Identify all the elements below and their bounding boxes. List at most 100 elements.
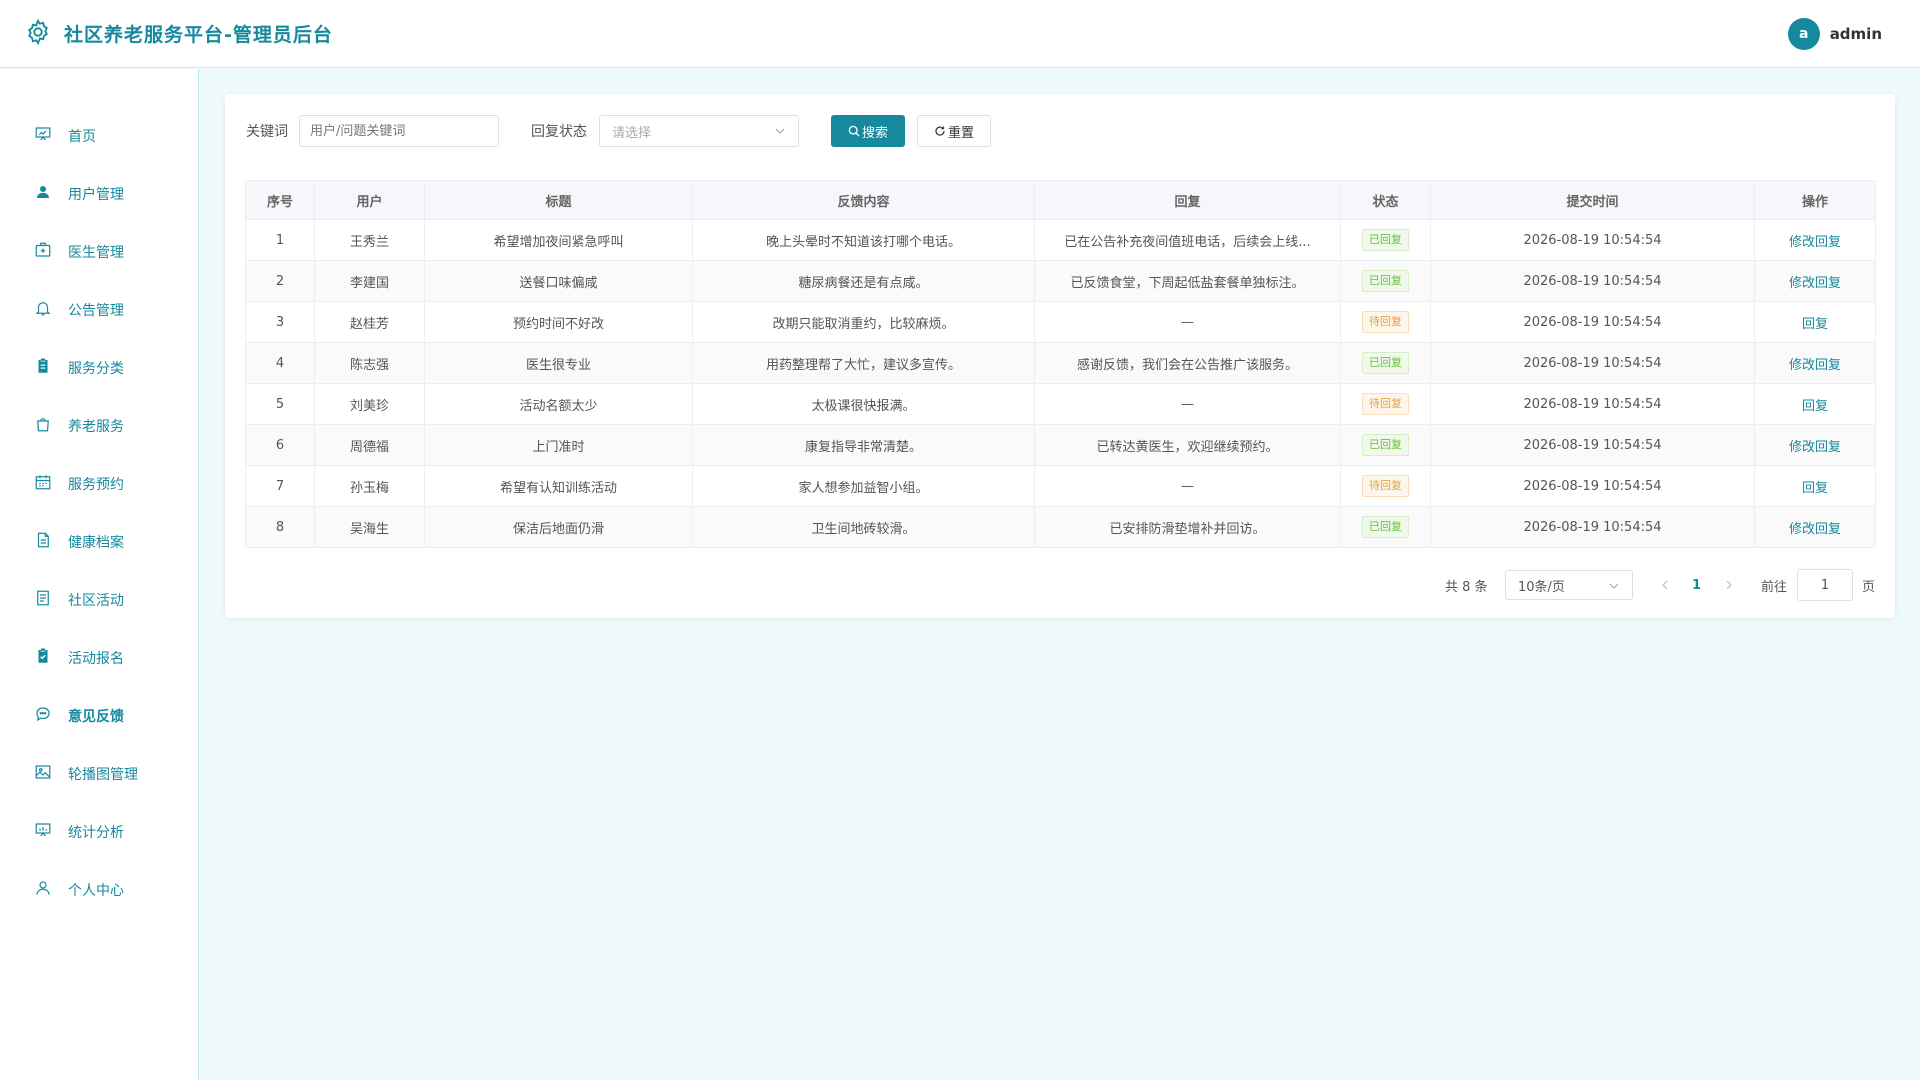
- status-select-placeholder: 请选择: [612, 125, 652, 141]
- cell-user: 李建国: [314, 260, 425, 302]
- cell-user: 赵桂芳: [314, 301, 425, 343]
- cell-time: 2026-08-19 10:54:54: [1430, 260, 1755, 302]
- chevron-right-icon: [1726, 580, 1732, 590]
- cell-title: 希望有认知训练活动: [424, 465, 693, 507]
- reply-link[interactable]: 回复: [1802, 481, 1828, 496]
- sidebar-item-community-activities[interactable]: 社区活动: [0, 580, 198, 620]
- table-row: 5 刘美珍 活动名额太少 太极课很快报满。 — 待回复 2026-08-19 1…: [245, 383, 1876, 425]
- medical-box-icon: [34, 241, 52, 263]
- page-suffix: 页: [1862, 579, 1876, 595]
- sidebar-item-label: 首页: [68, 129, 96, 145]
- sidebar-item-elderly-services[interactable]: 养老服务: [0, 406, 198, 446]
- sidebar-item-label: 个人中心: [68, 883, 124, 899]
- chat-bubble-icon: [34, 705, 52, 727]
- username[interactable]: admin: [1830, 25, 1882, 43]
- chart-icon: [34, 821, 52, 843]
- column-header: 反馈内容: [692, 180, 1035, 220]
- cell-status: 已回复: [1340, 424, 1431, 466]
- cell-content: 糖尿病餐还是有点咸。: [692, 260, 1035, 302]
- sidebar-item-health-records[interactable]: 健康档案: [0, 522, 198, 562]
- gear-icon: [24, 18, 52, 50]
- cell-reply: 已安排防滑垫增补并回访。: [1034, 506, 1341, 548]
- keyword-label: 关键词: [246, 124, 288, 140]
- cell-reply: 感谢反馈，我们会在公告推广该服务。: [1034, 342, 1341, 384]
- cell-action: 修改回复: [1754, 506, 1876, 548]
- status-badge: 已回复: [1362, 434, 1409, 456]
- cell-status: 待回复: [1340, 465, 1431, 507]
- table-row: 3 赵桂芳 预约时间不好改 改期只能取消重约，比较麻烦。 — 待回复 2026-…: [245, 301, 1876, 343]
- cell-action: 修改回复: [1754, 219, 1876, 261]
- table-row: 2 李建国 送餐口味偏咸 糖尿病餐还是有点咸。 已反馈食堂，下周起低盐套餐单独标…: [245, 260, 1876, 302]
- reset-button[interactable]: 重置: [917, 115, 991, 147]
- sidebar-item-label: 服务预约: [68, 477, 124, 493]
- cell-content: 用药整理帮了大忙，建议多宣传。: [692, 342, 1035, 384]
- sidebar-item-statistics[interactable]: 统计分析: [0, 812, 198, 852]
- cell-title: 保洁后地面仍滑: [424, 506, 693, 548]
- refresh-icon: [935, 126, 945, 136]
- search-button-label: 搜索: [861, 125, 888, 141]
- cell-action: 回复: [1754, 465, 1876, 507]
- cell-content: 晚上头晕时不知道该打哪个电话。: [692, 219, 1035, 261]
- total-count: 共 8 条: [1445, 579, 1488, 595]
- prev-page-button[interactable]: [1659, 570, 1671, 600]
- chevron-down-icon: [774, 125, 786, 137]
- cell-action: 修改回复: [1754, 424, 1876, 466]
- status-badge: 已回复: [1362, 516, 1409, 538]
- status-badge: 待回复: [1362, 475, 1409, 497]
- reply-link[interactable]: 回复: [1802, 317, 1828, 332]
- goto-label: 前往: [1761, 579, 1788, 595]
- goto-page-input[interactable]: [1797, 569, 1853, 601]
- sidebar-item-label: 公告管理: [68, 303, 124, 319]
- user-icon: [34, 183, 52, 205]
- sidebar-item-home[interactable]: 首页: [0, 116, 198, 156]
- page-number-current[interactable]: 1: [1692, 570, 1701, 600]
- column-header: 标题: [424, 180, 693, 220]
- cell-time: 2026-08-19 10:54:54: [1430, 301, 1755, 343]
- app-title: 社区养老服务平台-管理员后台: [64, 24, 333, 46]
- chevron-down-icon: [1608, 580, 1620, 592]
- cell-time: 2026-08-19 10:54:54: [1430, 219, 1755, 261]
- cell-user: 周德福: [314, 424, 425, 466]
- cell-time: 2026-08-19 10:54:54: [1430, 383, 1755, 425]
- status-select[interactable]: 请选择: [599, 115, 799, 147]
- page-size-select[interactable]: 10条/页: [1505, 570, 1633, 600]
- sidebar-item-service-categories[interactable]: 服务分类: [0, 348, 198, 388]
- sidebar-item-users[interactable]: 用户管理: [0, 174, 198, 214]
- cell-reply: —: [1034, 465, 1341, 507]
- edit-reply-link[interactable]: 修改回复: [1789, 235, 1841, 250]
- edit-reply-link[interactable]: 修改回复: [1789, 522, 1841, 537]
- sidebar-item-feedback[interactable]: 意见反馈: [0, 696, 198, 736]
- next-page-button[interactable]: [1723, 570, 1735, 600]
- edit-reply-link[interactable]: 修改回复: [1789, 276, 1841, 291]
- cell-status: 已回复: [1340, 260, 1431, 302]
- table-row: 6 周德福 上门准时 康复指导非常清楚。 已转达黄医生，欢迎继续预约。 已回复 …: [245, 424, 1876, 466]
- reply-link[interactable]: 回复: [1802, 399, 1828, 414]
- dashboard-icon: [34, 125, 52, 147]
- user-menu[interactable]: a admin: [1787, 18, 1882, 50]
- sidebar-item-activity-registration[interactable]: 活动报名: [0, 638, 198, 678]
- cell-user: 陈志强: [314, 342, 425, 384]
- sidebar-item-appointments[interactable]: 服务预约: [0, 464, 198, 504]
- feedback-card: 关键词 回复状态 请选择 搜索 重置 序号 用户 标题 反馈内容 回复: [225, 94, 1895, 618]
- sidebar-item-doctors[interactable]: 医生管理: [0, 232, 198, 272]
- status-badge: 已回复: [1362, 352, 1409, 374]
- sidebar-item-carousel[interactable]: 轮播图管理: [0, 754, 198, 794]
- cell-reply: 已转达黄医生，欢迎继续预约。: [1034, 424, 1341, 466]
- top-header: 社区养老服务平台-管理员后台 a admin: [0, 0, 1920, 68]
- cell-title: 医生很专业: [424, 342, 693, 384]
- cell-no: 1: [245, 219, 315, 261]
- keyword-input[interactable]: [299, 115, 499, 147]
- sidebar-item-label: 健康档案: [68, 535, 124, 551]
- image-icon: [34, 763, 52, 785]
- cell-no: 7: [245, 465, 315, 507]
- avatar[interactable]: a: [1787, 18, 1820, 50]
- sidebar-item-announcements[interactable]: 公告管理: [0, 290, 198, 330]
- sidebar-item-profile[interactable]: 个人中心: [0, 870, 198, 910]
- search-button[interactable]: 搜索: [831, 115, 905, 147]
- sidebar-item-label: 轮播图管理: [68, 767, 138, 783]
- cell-time: 2026-08-19 10:54:54: [1430, 342, 1755, 384]
- edit-reply-link[interactable]: 修改回复: [1789, 358, 1841, 373]
- edit-reply-link[interactable]: 修改回复: [1789, 440, 1841, 455]
- table-header-row: 序号 用户 标题 反馈内容 回复 状态 提交时间 操作: [245, 180, 1876, 220]
- cell-action: 修改回复: [1754, 260, 1876, 302]
